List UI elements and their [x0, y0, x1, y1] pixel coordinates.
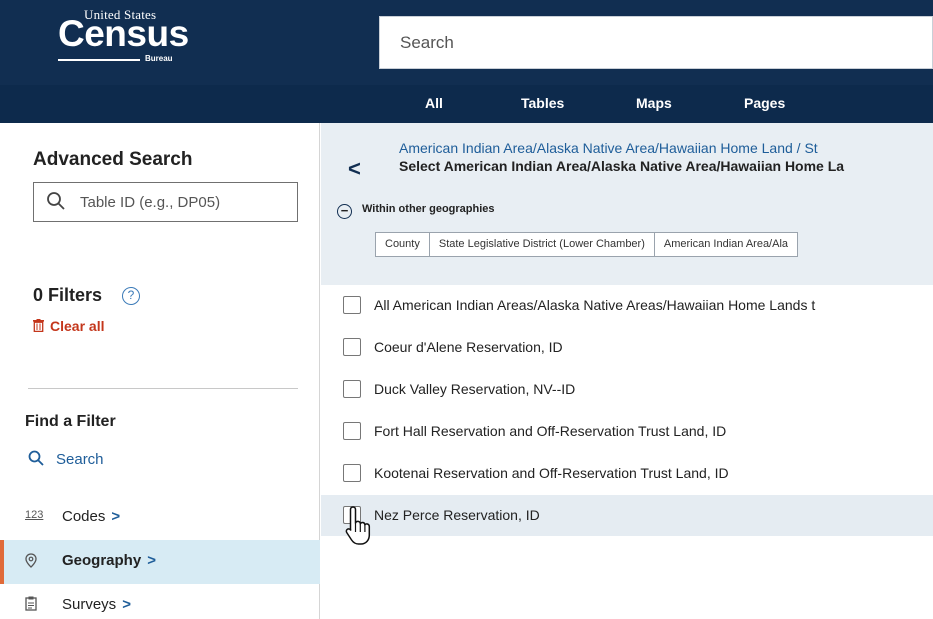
tab-all[interactable]: All — [425, 85, 443, 123]
table-id-search[interactable] — [33, 182, 298, 222]
sidebar-item-label: Surveys — [62, 596, 117, 613]
codes-icon: 123 — [25, 509, 44, 521]
trash-icon — [33, 319, 44, 332]
logo-bureau: Bureau — [145, 54, 173, 63]
chip-county[interactable]: County — [375, 232, 430, 257]
hand-cursor-icon — [345, 506, 371, 545]
clear-all-button[interactable]: Clear all — [33, 318, 104, 334]
geography-subtitle: Select American Indian Area/Alaska Nativ… — [399, 158, 845, 174]
chevron-right-icon: > — [122, 596, 131, 613]
option-label: Kootenai Reservation and Off-Reservation… — [374, 465, 729, 481]
back-button[interactable]: < — [348, 156, 361, 182]
option-label: Fort Hall Reservation and Off-Reservatio… — [374, 423, 727, 439]
within-label: Within other geographies — [362, 203, 495, 215]
option-checkbox[interactable] — [343, 464, 361, 482]
sidebar-item-surveys[interactable]: Surveys > — [0, 584, 320, 619]
filter-sidebar: Advanced Search 0 Filters ? Clear all Fi… — [0, 123, 320, 619]
chip-american-indian-area[interactable]: American Indian Area/Ala — [653, 232, 799, 257]
option-label: Duck Valley Reservation, NV--ID — [374, 381, 576, 397]
geography-panel: < American Indian Area/Alaska Native Are… — [321, 123, 933, 619]
chevron-right-icon: > — [147, 552, 156, 569]
logo-rule — [58, 59, 140, 61]
global-search-box[interactable] — [379, 16, 933, 69]
option-checkbox[interactable] — [343, 422, 361, 440]
list-item[interactable]: Fort Hall Reservation and Off-Reservatio… — [321, 411, 933, 452]
within-other-geographies-toggle[interactable]: − Within other geographies — [337, 203, 495, 219]
list-item[interactable]: Coeur d'Alene Reservation, ID — [321, 327, 933, 368]
search-icon — [47, 192, 65, 210]
option-checkbox[interactable] — [343, 338, 361, 356]
sidebar-item-label: Geography — [62, 552, 142, 569]
sidebar-item-geography[interactable]: Geography > — [0, 540, 320, 584]
list-item[interactable]: Nez Perce Reservation, ID — [321, 495, 933, 536]
list-item[interactable]: Kootenai Reservation and Off-Reservation… — [321, 453, 933, 494]
result-type-nav: All Tables Maps Pages — [0, 85, 933, 123]
location-pin-icon — [25, 553, 37, 568]
find-filter-title: Find a Filter — [25, 413, 116, 430]
tab-maps[interactable]: Maps — [636, 85, 672, 123]
option-checkbox[interactable] — [343, 296, 361, 314]
advanced-search-title: Advanced Search — [33, 149, 193, 170]
list-item[interactable]: Duck Valley Reservation, NV--ID — [321, 369, 933, 410]
filters-count-title: 0 Filters — [33, 285, 103, 305]
sidebar-item-codes[interactable]: 123 Codes > — [0, 496, 320, 540]
chevron-right-icon: > — [111, 508, 121, 525]
tab-tables[interactable]: Tables — [521, 85, 564, 123]
clipboard-icon — [25, 596, 37, 611]
collapse-icon: − — [337, 204, 352, 219]
search-icon — [28, 450, 44, 466]
option-label: Nez Perce Reservation, ID — [374, 507, 540, 523]
sidebar-divider — [28, 388, 298, 389]
find-filter-search[interactable]: Search — [28, 450, 104, 468]
option-label: All American Indian Areas/Alaska Native … — [374, 297, 816, 313]
geography-chip-row: County State Legislative District (Lower… — [375, 232, 933, 257]
census-logo[interactable]: United States Census Bureau — [58, 7, 189, 65]
sidebar-item-label: Codes — [62, 508, 106, 525]
logo-census: Census — [58, 13, 189, 54]
find-filter-search-label: Search — [56, 451, 104, 468]
table-id-input[interactable] — [80, 183, 290, 221]
help-icon[interactable]: ? — [122, 287, 140, 305]
chip-state-legislative-district[interactable]: State Legislative District (Lower Chambe… — [428, 232, 655, 257]
option-checkbox[interactable] — [343, 380, 361, 398]
clear-all-label: Clear all — [50, 318, 105, 334]
geography-header: < American Indian Area/Alaska Native Are… — [321, 123, 933, 285]
list-item[interactable]: All American Indian Areas/Alaska Native … — [321, 285, 933, 326]
global-search-input[interactable] — [380, 17, 932, 68]
option-label: Coeur d'Alene Reservation, ID — [374, 339, 563, 355]
geography-breadcrumb[interactable]: American Indian Area/Alaska Native Area/… — [399, 140, 933, 156]
tab-pages[interactable]: Pages — [744, 85, 785, 123]
top-header: United States Census Bureau — [0, 0, 933, 85]
